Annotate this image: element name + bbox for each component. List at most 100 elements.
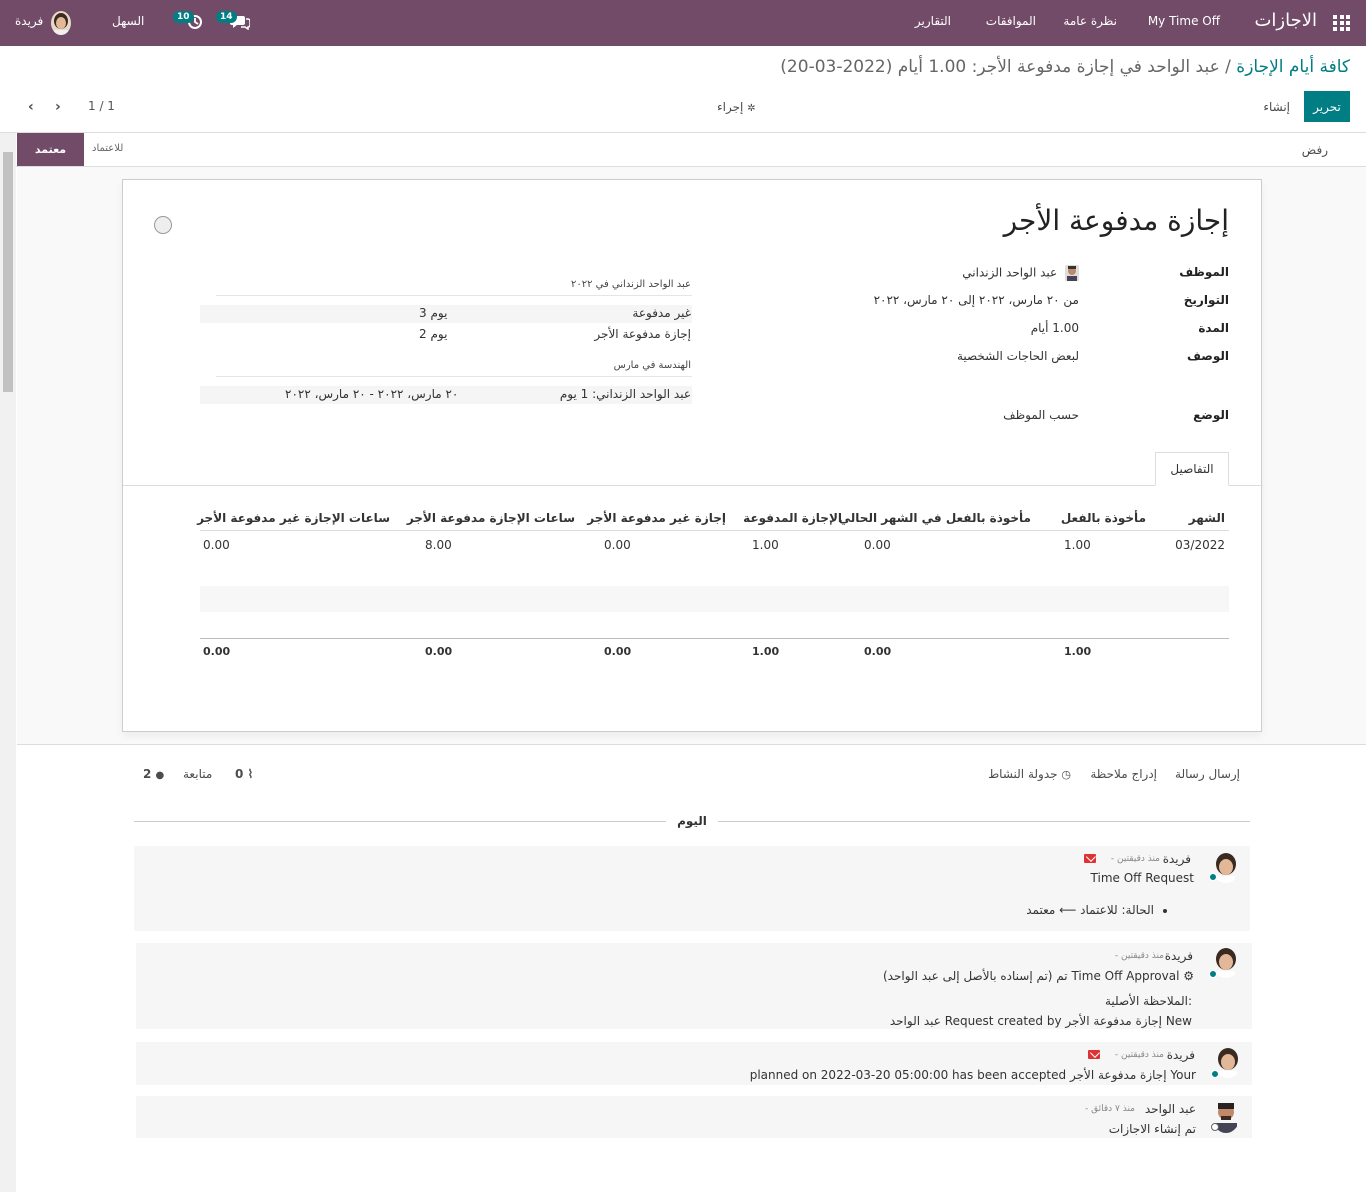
message-body: ⚙ Time Off Approval تم (تم إسناده بالأصل… — [883, 969, 1194, 983]
summary-dept-employee-name: عبد الواحد الزنداني: — [592, 387, 691, 401]
duration-value[interactable]: 1.00 أيام — [1031, 321, 1079, 335]
gear-icon: ⚙ — [1183, 969, 1194, 983]
status-radio[interactable] — [154, 216, 172, 234]
employee-field[interactable]: عبد الواحد الزنداني — [962, 265, 1079, 281]
table-empty-row — [200, 586, 1229, 612]
breadcrumb-separator: / — [1225, 57, 1231, 77]
user-avatar[interactable] — [51, 11, 71, 35]
envelope-icon — [1084, 854, 1096, 863]
col-taken[interactable]: مأخوذة بالفعل — [1061, 511, 1146, 525]
scrollbar-thumb[interactable] — [3, 152, 13, 392]
total-taken: 1.00 — [1064, 645, 1092, 658]
employee-name: عبد الواحد الزنداني — [962, 265, 1058, 280]
schedule-activity-button[interactable]: جدولة النشاط ◷ — [988, 767, 1071, 781]
col-taken-current-month[interactable]: مأخوذة بالفعل في الشهر الحالي — [839, 511, 1031, 525]
pager-previous-icon[interactable]: ‹ — [28, 99, 34, 115]
summary-heading-department: الهندسة في مارس — [613, 360, 691, 371]
col-unpaid-hours[interactable]: ساعات الإجازة غير مدفوعة الأجر — [197, 511, 390, 525]
user-icon: ● — [155, 770, 165, 781]
col-month[interactable]: الشهر — [1189, 511, 1225, 525]
message-date: - منذ دقيقتين — [1114, 951, 1164, 961]
log-note-button[interactable]: إدراج ملاحظة — [1090, 767, 1157, 781]
message-body-text: Time Off Approval تم (تم إسناده بالأصل إ… — [883, 969, 1180, 983]
company-switcher[interactable]: السهل — [112, 14, 144, 28]
message-4: عبد الواحد - منذ ٧ دقائق تم إنشاء الاجاز… — [136, 1096, 1252, 1138]
message-author[interactable]: فريدة — [1165, 949, 1193, 963]
breadcrumb-current: عبد الواحد في إجازة مدفوعة الأجر: 1.00 أ… — [780, 57, 1220, 77]
dates-value[interactable]: من ٢٠ مارس، ٢٠٢٢ إلى ٢٠ مارس، ٢٠٢٢ — [874, 293, 1079, 307]
col-unpaid[interactable]: إجازة غير مدفوعة الأجر — [587, 511, 726, 525]
col-paid-hours[interactable]: ساعات الإجازة مدفوعة الأجر — [407, 511, 575, 525]
total-paid: 1.00 — [752, 645, 780, 658]
form-title: إجازة مدفوعة الأجر — [1003, 204, 1229, 237]
today-divider-right — [718, 821, 1250, 822]
menu-approvals[interactable]: الموافقات — [986, 14, 1036, 28]
message-3: فريدة - منذ دقيقتين Your إجازة مدفوعة ال… — [136, 1042, 1252, 1085]
status-approved[interactable]: معتمد — [17, 133, 84, 166]
offline-status-dot — [1211, 1123, 1219, 1131]
summary-divider-2 — [216, 376, 692, 377]
message-body: Your إجازة مدفوعة الأجر planned on 2022-… — [749, 1068, 1196, 1082]
cell-taken-current: 0.00 — [864, 538, 891, 552]
attachments-button[interactable]: 0 ⌇ — [235, 767, 253, 781]
summary-unpaid-label: غير مدفوعة — [632, 306, 691, 320]
online-status-dot — [1211, 1070, 1219, 1078]
menu-overview[interactable]: نظرة عامة — [1063, 14, 1117, 28]
cell-month: 03/2022 — [1175, 538, 1225, 552]
tab-details[interactable]: التفاصيل — [1155, 452, 1229, 486]
pager-next-icon[interactable]: › — [55, 99, 61, 115]
bullet-icon — [1163, 909, 1167, 913]
chat-badge: 14 — [216, 11, 237, 23]
summary-dept-employee-count: 1 يوم — [559, 387, 589, 401]
menu-reports[interactable]: التقارير — [915, 14, 951, 28]
action-menu[interactable]: إجراء ✲ — [717, 100, 756, 114]
online-status-dot — [1209, 970, 1217, 978]
message-author[interactable]: فريدة — [1163, 852, 1191, 866]
scrollbar[interactable] — [0, 133, 16, 1192]
pager-value[interactable]: 1 / 1 — [88, 99, 115, 113]
attachments-count: 0 — [235, 767, 244, 781]
edit-button[interactable]: تحرير — [1304, 91, 1350, 122]
summary-dept-dates: ٢٠ مارس، ٢٠٢٢ - ٢٠ مارس، ٢٠٢٢ — [285, 387, 459, 401]
clock-icon: ◷ — [1061, 768, 1071, 781]
reject-button[interactable]: رفض — [1302, 143, 1328, 157]
summary-divider — [216, 295, 692, 296]
message-1: فريدة - منذ دقيقتين Time Off Request الح… — [134, 846, 1250, 931]
message-original-note-label: الملاحظة الأصلية: — [1104, 994, 1192, 1008]
mode-value[interactable]: حسب الموظف — [1003, 408, 1079, 422]
employee-label: الموظف — [1179, 265, 1229, 279]
summary-paid-label: إجازة مدفوعة الأجر — [594, 327, 691, 341]
menu-my-time-off[interactable]: My Time Off — [1148, 14, 1220, 28]
duration-label: المدة — [1198, 321, 1229, 335]
message-author[interactable]: عبد الواحد — [1145, 1102, 1196, 1116]
activity-badge: 10 — [173, 11, 194, 23]
breadcrumb: كافة أيام الإجازة / عبد الواحد في إجازة … — [780, 57, 1350, 77]
apps-menu-icon[interactable] — [1333, 15, 1350, 31]
follow-button[interactable]: متابعة — [183, 767, 212, 781]
user-name[interactable]: فريدة — [15, 14, 43, 28]
description-value[interactable]: لبعض الحاجات الشخصية — [957, 349, 1079, 363]
cell-paid: 1.00 — [752, 538, 779, 552]
status-to-approve[interactable]: للاعتماد — [92, 143, 123, 154]
table-footer-divider — [200, 638, 1229, 639]
message-body: Time Off Request — [1090, 871, 1194, 885]
top-navbar: الاجازات My Time Off نظرة عامة الموافقات… — [0, 0, 1366, 46]
action-label: إجراء — [717, 100, 744, 114]
col-paid[interactable]: الإجازة المدفوعة — [743, 511, 842, 525]
cell-unpaid-hours: 0.00 — [203, 538, 230, 552]
message-2: فريدة - منذ دقيقتين ⚙ Time Off Approval … — [136, 943, 1252, 1029]
breadcrumb-parent[interactable]: كافة أيام الإجازة — [1236, 57, 1350, 77]
envelope-icon — [1088, 1050, 1100, 1059]
cell-paid-hours: 8.00 — [425, 538, 452, 552]
followers-button[interactable]: 2 ● — [143, 767, 164, 781]
send-message-button[interactable]: إرسال رسالة — [1175, 767, 1240, 781]
total-unpaid-hours: 0.00 — [203, 645, 231, 658]
app-title[interactable]: الاجازات — [1254, 10, 1317, 31]
cell-taken: 1.00 — [1064, 538, 1091, 552]
mode-label: الوضع — [1193, 408, 1229, 422]
summary-paid-value: 2 يوم — [419, 327, 448, 341]
message-author[interactable]: فريدة — [1167, 1048, 1195, 1062]
create-button[interactable]: إنشاء — [1263, 100, 1290, 114]
gear-icon: ✲ — [747, 103, 756, 114]
today-divider-left — [134, 821, 666, 822]
